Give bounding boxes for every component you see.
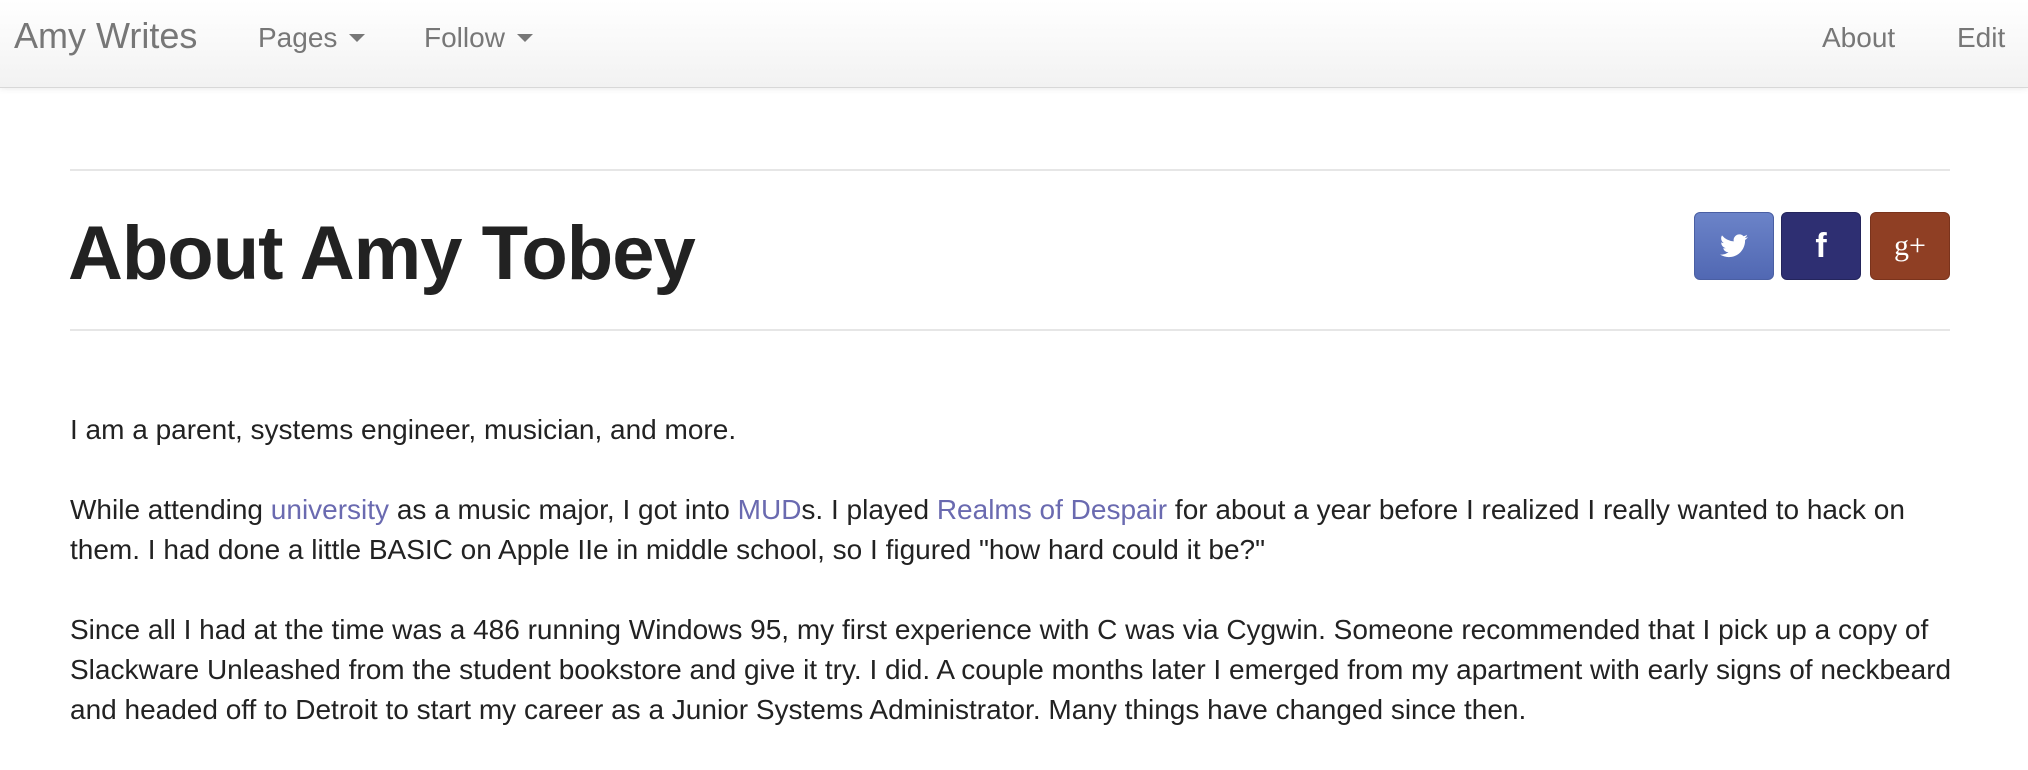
twitter-share-button[interactable] [1694, 212, 1774, 280]
brand-link[interactable]: Amy Writes [14, 16, 197, 56]
divider-bottom [70, 329, 1950, 331]
pages-menu[interactable]: Pages [258, 20, 366, 56]
text-span: as a music major, I got into [389, 494, 738, 525]
google-plus-share-button[interactable]: g+ [1870, 212, 1950, 280]
follow-menu[interactable]: Follow [424, 20, 533, 56]
university-link[interactable]: university [271, 494, 389, 525]
about-content: I am a parent, systems engineer, musicia… [70, 410, 1955, 770]
google-plus-icon: g+ [1894, 229, 1926, 262]
facebook-icon: f [1815, 227, 1827, 265]
pages-menu-label: Pages [258, 22, 338, 53]
follow-menu-label: Follow [424, 22, 505, 53]
page-title: About Amy Tobey [68, 211, 696, 296]
paragraph-intro: I am a parent, systems engineer, musicia… [70, 414, 737, 445]
about-link[interactable]: About [1822, 20, 1895, 56]
twitter-icon [1720, 234, 1748, 258]
facebook-share-button[interactable]: f [1781, 212, 1861, 280]
paragraph-university: While attending university as a music ma… [70, 490, 1955, 570]
text-span: s. I played [801, 494, 937, 525]
mud-link[interactable]: MUD [738, 494, 802, 525]
realms-of-despair-link[interactable]: Realms of Despair [937, 494, 1167, 525]
chevron-down-icon [349, 34, 366, 42]
paragraph-career: Since all I had at the time was a 486 ru… [70, 614, 1952, 725]
navbar: Amy Writes Pages Follow About Edit [0, 0, 2028, 88]
text-span: While attending [70, 494, 271, 525]
divider-top [70, 169, 1950, 171]
edit-link[interactable]: Edit [1957, 20, 2005, 56]
chevron-down-icon [516, 34, 533, 42]
